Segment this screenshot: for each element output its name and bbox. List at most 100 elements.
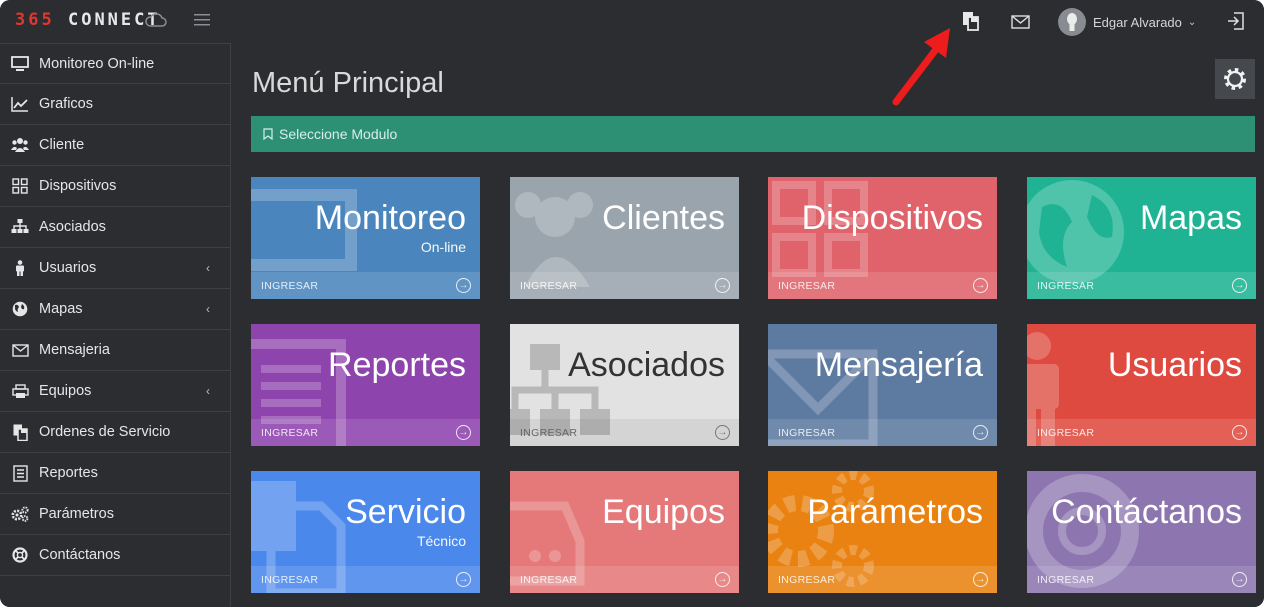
user-silhouette-icon	[1067, 13, 1077, 31]
tile-title: Servicio	[345, 493, 466, 531]
logout-icon[interactable]	[1226, 11, 1246, 31]
top-bar: 365 CONNECT Edgar Alvarado ⌄	[0, 0, 1264, 43]
copy-icon	[11, 423, 29, 441]
tile-parametros[interactable]: Parámetros INGRESAR →	[768, 471, 997, 593]
users-icon	[11, 136, 29, 154]
tile-title: Dispositivos	[801, 199, 983, 237]
arrow-right-circle-icon: →	[973, 425, 988, 440]
sidebar-item-ordenes-servicio[interactable]: Ordenes de Servicio	[0, 412, 230, 453]
sidebar-item-reportes[interactable]: Reportes	[0, 453, 230, 494]
monitor-icon	[11, 55, 29, 73]
main-content: Menú Principal Seleccione Modulo Monitor…	[231, 43, 1264, 607]
tile-mensajeria[interactable]: Mensajería INGRESAR →	[768, 324, 997, 446]
tile-footer[interactable]: INGRESAR →	[510, 419, 739, 446]
grid-icon	[11, 177, 29, 195]
tile-title: Mapas	[1139, 199, 1242, 237]
sidebar-item-equipos[interactable]: Equipos ‹	[0, 371, 230, 412]
tile-title: Clientes	[602, 199, 725, 237]
tile-footer[interactable]: INGRESAR →	[768, 566, 997, 593]
arrow-right-circle-icon: →	[1232, 278, 1247, 293]
tile-title: Mensajería	[814, 346, 983, 384]
avatar	[1058, 8, 1086, 36]
sidebar-item-label: Dispositivos	[39, 178, 117, 194]
sidebar-item-label: Reportes	[39, 465, 98, 481]
tile-footer[interactable]: INGRESAR →	[1027, 272, 1256, 299]
globe-icon	[11, 300, 29, 318]
sidebar-item-label: Monitoreo On-line	[39, 55, 155, 72]
copy-icon[interactable]	[962, 11, 980, 31]
tile-contactanos[interactable]: Contáctanos INGRESAR →	[1027, 471, 1256, 593]
tile-footer-label: INGRESAR	[520, 279, 578, 292]
tile-subtitle: Técnico	[416, 533, 466, 549]
tile-asociados[interactable]: Asociados INGRESAR →	[510, 324, 739, 446]
tile-footer-label: INGRESAR	[778, 279, 836, 292]
tile-monitoreo[interactable]: Monitoreo On-line INGRESAR →	[251, 177, 480, 299]
sidebar-item-mensajeria[interactable]: Mensajeria	[0, 330, 230, 371]
user-menu[interactable]: Edgar Alvarado ⌄	[1058, 8, 1196, 36]
arrow-right-circle-icon: →	[456, 425, 471, 440]
tile-title: Parámetros	[807, 493, 983, 531]
sidebar-item-label: Contáctanos	[39, 547, 121, 563]
cogs-icon	[11, 505, 29, 523]
tile-servicio-tecnico[interactable]: Servicio Técnico INGRESAR →	[251, 471, 480, 593]
gear-icon	[1224, 68, 1246, 90]
sidebar-item-label: Usuarios	[39, 260, 97, 276]
tile-title: Reportes	[328, 346, 466, 384]
lifebuoy-icon	[11, 546, 29, 564]
sidebar-item-contactanos[interactable]: Contáctanos	[0, 535, 230, 576]
tile-dispositivos[interactable]: Dispositivos INGRESAR →	[768, 177, 997, 299]
tile-reportes[interactable]: Reportes INGRESAR →	[251, 324, 480, 446]
chevron-left-icon: ‹	[206, 261, 210, 275]
printer-icon	[11, 382, 29, 400]
sidebar-item-label: Equipos	[39, 383, 92, 399]
settings-button[interactable]	[1215, 59, 1255, 99]
app-logo[interactable]: 365 CONNECT	[15, 10, 161, 30]
arrow-right-circle-icon: →	[715, 572, 730, 587]
tile-title: Asociados	[568, 346, 725, 384]
tile-footer[interactable]: INGRESAR →	[251, 566, 480, 593]
menu-toggle-icon[interactable]	[194, 13, 210, 27]
sidebar-item-monitoreo[interactable]: Monitoreo On-line	[0, 43, 230, 84]
sidebar-item-mapas[interactable]: Mapas ‹	[0, 289, 230, 330]
tile-title: Monitoreo	[314, 199, 466, 237]
tile-footer[interactable]: INGRESAR →	[251, 419, 480, 446]
tile-footer[interactable]: INGRESAR →	[251, 272, 480, 299]
sidebar-item-graficos[interactable]: Graficos	[0, 84, 230, 125]
sidebar: Monitoreo On-line Graficos Cliente Dispo…	[0, 43, 231, 607]
tile-mapas[interactable]: Mapas INGRESAR →	[1027, 177, 1256, 299]
tile-footer[interactable]: INGRESAR →	[1027, 419, 1256, 446]
tile-clientes[interactable]: Clientes INGRESAR →	[510, 177, 739, 299]
sidebar-item-usuarios[interactable]: Usuarios ‹	[0, 248, 230, 289]
sitemap-icon	[11, 218, 29, 236]
sidebar-item-asociados[interactable]: Asociados	[0, 207, 230, 248]
sidebar-item-label: Parámetros	[39, 506, 114, 522]
arrow-right-circle-icon: →	[715, 278, 730, 293]
tile-usuarios[interactable]: Usuarios INGRESAR →	[1027, 324, 1256, 446]
tile-footer[interactable]: INGRESAR →	[510, 566, 739, 593]
tile-footer-label: INGRESAR	[778, 573, 836, 586]
arrow-right-circle-icon: →	[715, 425, 730, 440]
tile-footer[interactable]: INGRESAR →	[510, 272, 739, 299]
chevron-left-icon: ‹	[206, 302, 210, 316]
tile-title: Contáctanos	[1051, 493, 1242, 531]
sidebar-item-label: Mapas	[39, 301, 83, 317]
list-icon	[11, 464, 29, 482]
chevron-down-icon: ⌄	[1187, 16, 1197, 28]
tile-footer[interactable]: INGRESAR →	[768, 419, 997, 446]
sidebar-item-dispositivos[interactable]: Dispositivos	[0, 166, 230, 207]
arrow-right-circle-icon: →	[456, 278, 471, 293]
logo-number: 365	[15, 10, 55, 30]
sidebar-item-label: Cliente	[39, 137, 85, 153]
tile-footer[interactable]: INGRESAR →	[768, 272, 997, 299]
arrow-right-circle-icon: →	[973, 572, 988, 587]
envelope-icon[interactable]	[1011, 15, 1030, 29]
tile-equipos[interactable]: Equipos INGRESAR →	[510, 471, 739, 593]
sidebar-item-label: Ordenes de Servicio	[39, 424, 171, 440]
tile-footer-label: INGRESAR	[520, 573, 578, 586]
bookmark-icon	[263, 128, 273, 140]
tile-footer[interactable]: INGRESAR →	[1027, 566, 1256, 593]
app-window: 365 CONNECT Edgar Alvarado ⌄ Monitoreo O…	[0, 0, 1264, 607]
sidebar-item-parametros[interactable]: Parámetros	[0, 494, 230, 535]
arrow-right-circle-icon: →	[1232, 425, 1247, 440]
sidebar-item-cliente[interactable]: Cliente	[0, 125, 230, 166]
